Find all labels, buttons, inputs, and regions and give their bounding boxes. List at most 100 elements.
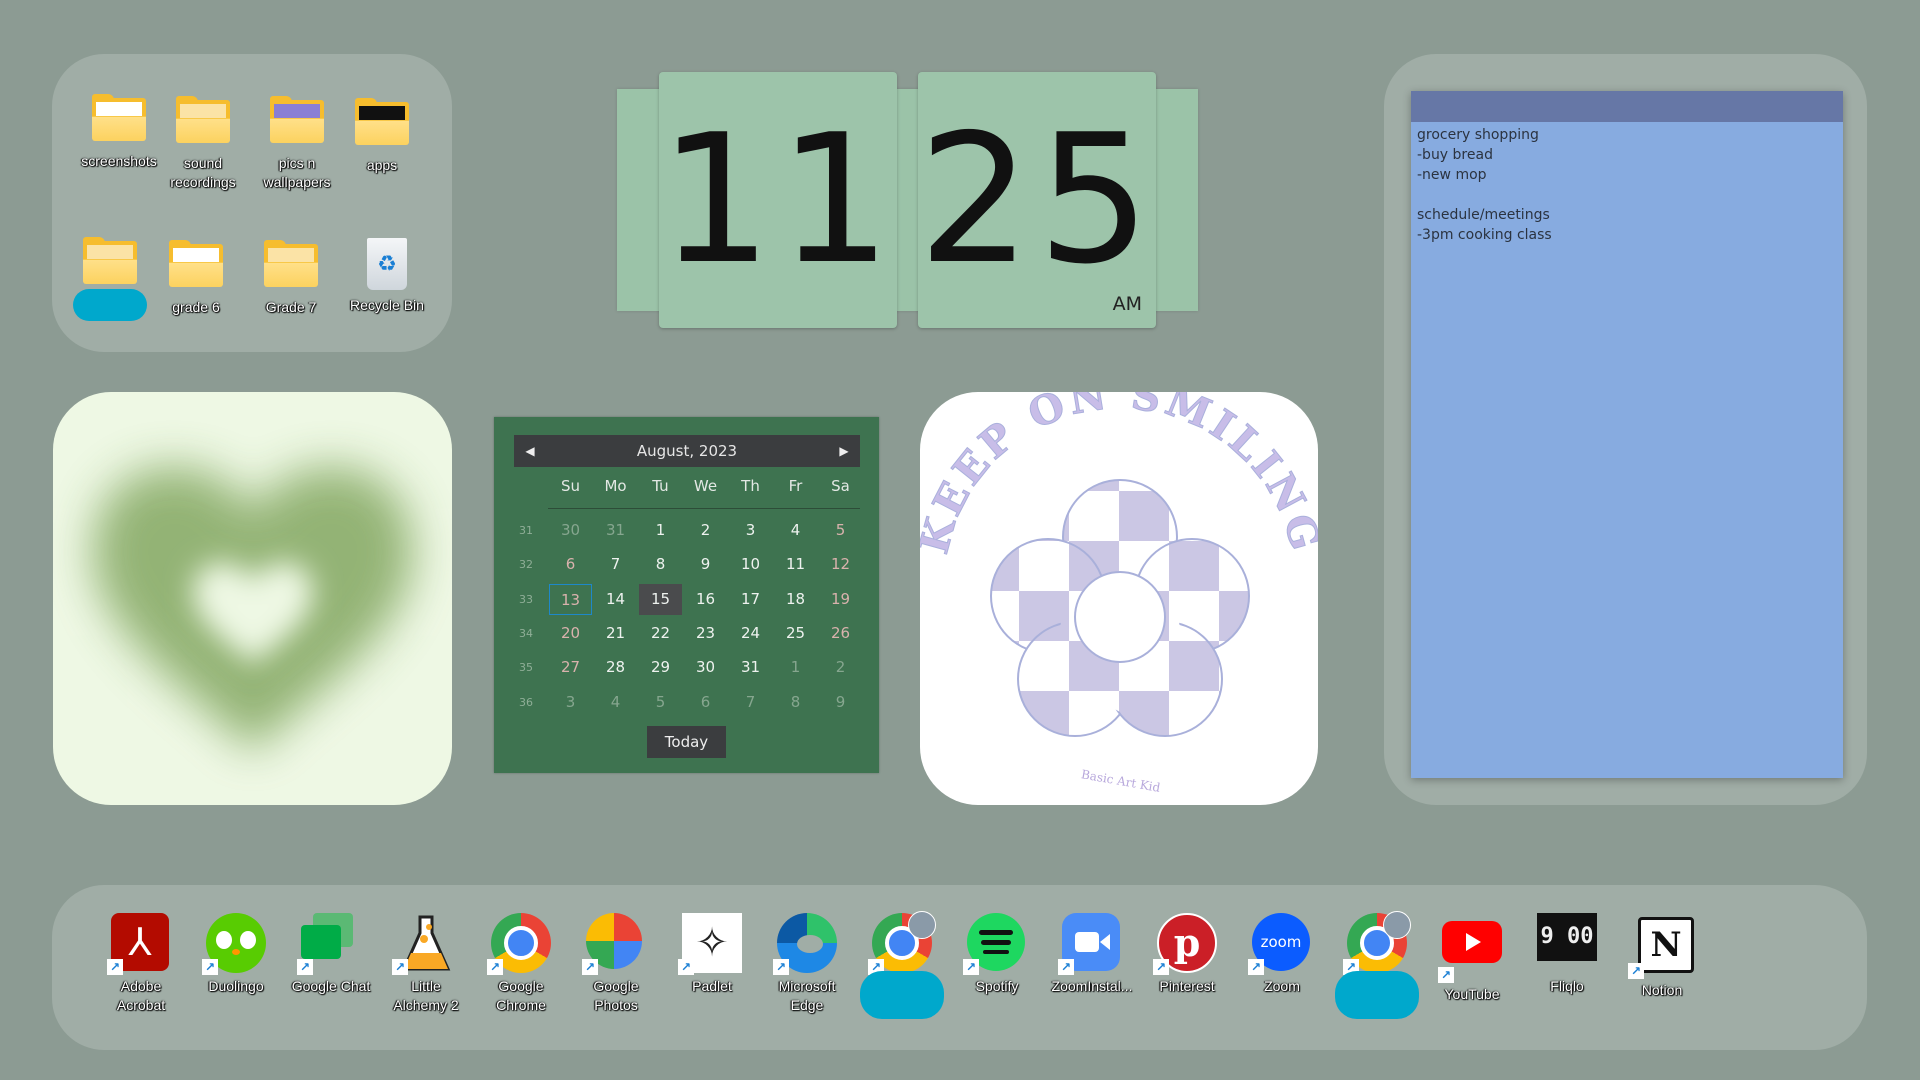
- redaction-mark: [860, 971, 944, 1019]
- calendar-day[interactable]: 30: [684, 652, 727, 683]
- aura-heart-image: [93, 466, 413, 752]
- app-label: Google Chat: [291, 978, 371, 994]
- app-label: Padlet: [692, 978, 732, 994]
- calendar-day-other-month[interactable]: 4: [594, 687, 637, 718]
- app-redacted-profile[interactable]: ↗: [854, 911, 950, 1019]
- sticky-note[interactable]: grocery shopping -buy bread -new mop sch…: [1411, 91, 1843, 778]
- calendar-day-other-month[interactable]: 5: [639, 687, 682, 718]
- calendar-day-other-month[interactable]: 7: [729, 687, 772, 718]
- notion-icon: N ↗: [1628, 917, 1694, 979]
- calendar-day[interactable]: 21: [594, 618, 637, 649]
- calendar-day[interactable]: 14: [594, 584, 637, 615]
- calendar-day[interactable]: 5: [819, 515, 862, 546]
- calendar-day[interactable]: 3: [729, 515, 772, 546]
- app-label: Duolingo: [208, 978, 264, 994]
- folder-apps[interactable]: apps: [327, 98, 437, 175]
- folder-grade-6[interactable]: grade 6: [141, 240, 251, 317]
- calendar-day[interactable]: 7: [594, 549, 637, 580]
- recycle-bin[interactable]: ♻ Recycle Bin: [332, 238, 442, 315]
- app-pinterest[interactable]: p ↗ Pinterest: [1139, 913, 1235, 996]
- week-number: 36: [519, 695, 533, 709]
- calendar-day[interactable]: 26: [819, 618, 862, 649]
- app-youtube[interactable]: ↗ YouTube: [1424, 913, 1520, 1004]
- next-month-button[interactable]: ▶: [832, 435, 856, 467]
- shortcut-arrow-icon: ↗: [107, 959, 123, 975]
- google-photos-icon: ↗: [582, 913, 646, 975]
- day-of-week-we: We: [693, 477, 718, 495]
- today-button[interactable]: Today: [647, 726, 726, 758]
- prev-month-button[interactable]: ◀: [518, 435, 542, 467]
- calendar-day[interactable]: 16: [684, 584, 727, 615]
- app-redacted-profile[interactable]: ↗: [1329, 911, 1425, 1019]
- calendar-day[interactable]: 15: [639, 583, 682, 615]
- shortcut-arrow-icon: ↗: [1628, 963, 1644, 979]
- calendar-day[interactable]: 2: [684, 515, 727, 546]
- sticky-note-header[interactable]: [1411, 91, 1843, 122]
- app-adobe-acrobat[interactable]: ⅄ ↗ Adobe Acrobat: [93, 913, 189, 1015]
- app-little-alchemy-2[interactable]: ↗ Little Alchemy 2: [378, 913, 474, 1015]
- calendar-day[interactable]: 4: [774, 515, 817, 546]
- chrome-profile-icon: ↗: [868, 911, 936, 975]
- calendar-day-other-month[interactable]: 8: [774, 687, 817, 718]
- calendar-day[interactable]: 22: [639, 618, 682, 649]
- app-notion[interactable]: N ↗ Notion: [1614, 913, 1710, 1000]
- app-google-photos[interactable]: ↗ Google Photos: [568, 913, 664, 1015]
- recycle-bin-icon: ♻: [367, 238, 407, 290]
- app-zoom[interactable]: zoom ↗ Zoom: [1234, 913, 1330, 996]
- folder-icon: [92, 94, 146, 141]
- app-label: Google Chrome: [496, 978, 546, 1013]
- day-of-week-su: Su: [560, 477, 581, 495]
- calendar-day[interactable]: 18: [774, 584, 817, 615]
- calendar-day-other-month[interactable]: 31: [594, 515, 637, 546]
- smile-credit: Basic Art Kid: [1080, 767, 1162, 795]
- app-zoominstal[interactable]: ↗ ZoomInstal...: [1044, 913, 1140, 996]
- calendar-day[interactable]: 19: [819, 584, 862, 615]
- calendar-day[interactable]: 24: [729, 618, 772, 649]
- day-of-week-sa: Sa: [831, 477, 850, 495]
- calendar-day-other-month[interactable]: 3: [549, 687, 592, 718]
- app-microsoft-edge[interactable]: ↗ Microsoft Edge: [759, 913, 855, 1015]
- calendar-day-other-month[interactable]: 1: [774, 652, 817, 683]
- calendar-day[interactable]: 8: [639, 549, 682, 580]
- calendar-day[interactable]: 23: [684, 618, 727, 649]
- week-number: 32: [519, 558, 533, 572]
- calendar-day[interactable]: 11: [774, 549, 817, 580]
- app-duolingo[interactable]: ↗ Duolingo: [188, 913, 284, 996]
- calendar-day-other-month[interactable]: 6: [684, 687, 727, 718]
- calendar-day[interactable]: 17: [729, 584, 772, 615]
- calendar-day[interactable]: 9: [684, 549, 727, 580]
- calendar-day[interactable]: 27: [549, 652, 592, 683]
- calendar-day[interactable]: 31: [729, 652, 772, 683]
- calendar-title: August, 2023: [636, 442, 738, 460]
- app-fliqlo[interactable]: 9 00 Fliqlo: [1519, 913, 1615, 996]
- little-alchemy-icon: ↗: [392, 913, 456, 975]
- calendar-day[interactable]: 12: [819, 549, 862, 580]
- calendar-day[interactable]: 20: [549, 618, 592, 649]
- app-label: Spotify: [975, 978, 1019, 994]
- calendar-day-other-month[interactable]: 30: [549, 515, 592, 546]
- folder-icon: [264, 240, 318, 287]
- shortcut-arrow-icon: ↗: [297, 959, 313, 975]
- calendar-day-other-month[interactable]: 2: [819, 652, 862, 683]
- folder-grade-7[interactable]: Grade 7: [236, 240, 346, 317]
- sticky-note-text[interactable]: grocery shopping -buy bread -new mop sch…: [1411, 122, 1843, 248]
- folder-icon: [270, 96, 324, 143]
- folder-icon: [355, 98, 409, 145]
- calendar-day[interactable]: 29: [639, 652, 682, 683]
- youtube-icon: ↗: [1438, 921, 1502, 983]
- calendar-day[interactable]: 13: [549, 583, 592, 615]
- calendar-day[interactable]: 28: [594, 652, 637, 683]
- shortcut-arrow-icon: ↗: [1438, 967, 1454, 983]
- chrome-profile-icon: ↗: [1343, 911, 1411, 975]
- calendar-day[interactable]: 6: [549, 549, 592, 580]
- calendar-day[interactable]: 1: [639, 515, 682, 546]
- week-number: 35: [519, 661, 533, 675]
- calendar-day-other-month[interactable]: 9: [819, 687, 862, 718]
- calendar-day[interactable]: 25: [774, 618, 817, 649]
- calendar-day[interactable]: 10: [729, 549, 772, 580]
- app-padlet[interactable]: ✧ ↗ Padlet: [664, 913, 760, 996]
- app-google-chat[interactable]: ↗ Google Chat: [283, 913, 379, 996]
- hours-text: 11: [659, 96, 898, 303]
- app-google-chrome[interactable]: ↗ Google Chrome: [473, 913, 569, 1015]
- app-spotify[interactable]: ↗ Spotify: [949, 913, 1045, 996]
